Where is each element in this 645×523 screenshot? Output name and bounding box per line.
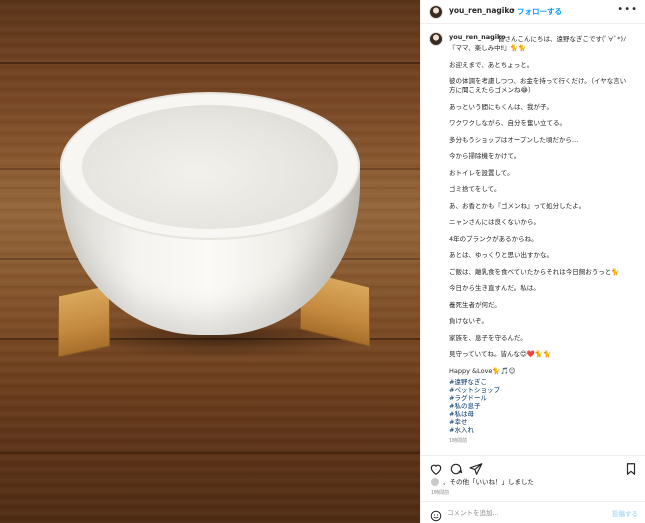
hashtag-link[interactable]: #幸せ	[449, 418, 641, 426]
hashtag-link[interactable]: #ラグドール	[449, 394, 641, 402]
header-username[interactable]: you_ren_nagiko	[449, 6, 514, 15]
likes-text[interactable]: 、その他「いいね！」しました	[443, 478, 534, 486]
smiley-icon[interactable]	[430, 507, 442, 522]
caption-time: 1時間前	[449, 437, 468, 444]
plank-seam	[0, 62, 420, 64]
post-header: you_ren_nagiko • フォローする •••	[421, 0, 645, 24]
avatar[interactable]	[429, 5, 443, 19]
caption-line: 養死生者が何だ。	[449, 300, 501, 309]
hashtag-link[interactable]: #私の息子	[449, 402, 641, 410]
bookmark-icon[interactable]	[624, 461, 638, 475]
likes-summary: 、その他「いいね！」しました	[431, 476, 534, 486]
plank-seam	[0, 452, 420, 454]
follow-button[interactable]: フォローする	[517, 6, 562, 17]
caption-body: 『ママ、楽しみ中‼︎』🐈🐈 お迎えまで、あとちょっと。彼の体調を考慮しつつ、お金を…	[449, 44, 641, 444]
comment-input[interactable]	[447, 506, 597, 520]
paper-plane-icon[interactable]	[469, 461, 483, 475]
more-horizontal-icon[interactable]: •••	[617, 4, 638, 15]
caption-line: ニャンさんには良くないから。	[449, 218, 540, 226]
bowl-inner	[82, 105, 338, 229]
heart-icon[interactable]	[429, 461, 443, 475]
caption-lines: 『ママ、楽しみ中‼︎』🐈🐈 お迎えまで、あとちょっと。彼の体調を考慮しつつ、お金を…	[449, 44, 641, 376]
hashtag-link[interactable]: #私は母	[449, 410, 641, 418]
caption-line: Happy &Love🐈🎵☺	[449, 366, 516, 375]
caption-line: 今日から生き直すんだ。私は。	[449, 284, 540, 292]
caption-line: 負けないぞ。	[449, 317, 488, 325]
liker-avatar[interactable]	[431, 478, 439, 486]
caption-line: ワクワクしながら、自分を奮い立てる。	[449, 119, 566, 127]
caption-line: あ、お香とかも『ゴメンね』って処分したよ。	[449, 201, 586, 210]
caption-line: 4年のブランクがあるからね。	[449, 234, 538, 243]
post-comment-button[interactable]: 投稿する	[612, 508, 638, 518]
caption-line: 『ママ、楽しみ中‼︎』🐈🐈	[449, 44, 527, 52]
caption-first-line: 皆さんこんにちは、遠野なぎこです(ﾟ∀ﾟ*)ﾉ	[498, 35, 627, 43]
stand-leg-left	[58, 284, 110, 358]
caption-line: 見守っていてね。皆んな😊❤️🐈🐈	[449, 350, 552, 358]
caption-line: 多分もうショップはオープンした頃だから…	[449, 135, 579, 144]
caption-line: あとは、ゆっくりと思い出すかな。	[449, 251, 553, 259]
caption-line: 今から掃除機をかけて。	[449, 152, 521, 160]
header-separator: •	[511, 6, 516, 15]
caption-line: あっという間にもくんは、我が子。	[449, 102, 553, 111]
action-bar	[421, 455, 645, 477]
hashtag-list: #遠野なぎこ #ペットショップ #ラグドール #私の息子 #私は母 #幸せ #水入れ	[449, 378, 641, 434]
post-image	[0, 0, 420, 523]
post-side-panel: you_ren_nagiko • フォローする ••• you_ren_nagi…	[420, 0, 645, 523]
hashtag-link[interactable]: #水入れ	[449, 426, 641, 434]
caption: you_ren_nagiko 皆さんこんにちは、遠野なぎこです(ﾟ∀ﾟ*)ﾉ 『…	[421, 24, 645, 452]
caption-line: ご飯は、離乳食を食べていたからそれは今日飼おうっと🐈	[449, 267, 620, 276]
hashtag-link[interactable]: #遠野なぎこ	[449, 378, 641, 386]
comment-icon[interactable]	[449, 461, 463, 475]
caption-line: 方に聞こえたらゴメンね😂）	[449, 86, 535, 94]
post-date[interactable]: 1時間前	[431, 489, 449, 496]
caption-line: お迎えまで、あとちょっと。	[449, 60, 534, 69]
caption-line: おトイレを設置して。	[449, 168, 514, 177]
hashtag-link[interactable]: #ペットショップ	[449, 386, 641, 394]
caption-line: 家族を、息子を守るんだ。	[449, 333, 527, 342]
comment-bar: 投稿する	[421, 501, 645, 523]
caption-line: 彼の体調を考慮しつつ、お金を持って行くだけ。（イヤな言い	[449, 77, 627, 85]
caption-line: ゴミ捨てをして。	[449, 185, 501, 193]
caption-avatar[interactable]	[429, 32, 443, 46]
